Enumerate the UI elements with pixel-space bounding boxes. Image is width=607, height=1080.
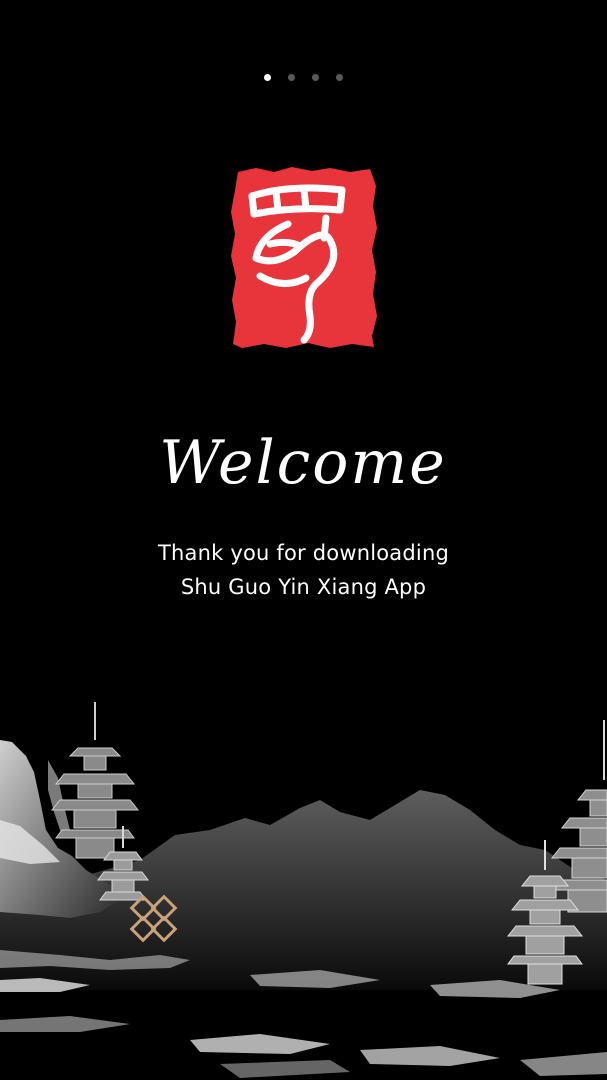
page-dot-4[interactable] xyxy=(336,74,343,81)
page-dot-2[interactable] xyxy=(288,74,295,81)
subtitle-line-2: Shu Guo Yin Xiang App xyxy=(180,575,427,599)
left-pagoda xyxy=(50,702,140,859)
red-seal-logo-icon xyxy=(231,167,377,348)
welcome-subtitle: Thank you for downloading Shu Guo Yin Xi… xyxy=(0,536,607,604)
subtitle-line-1: Thank you for downloading xyxy=(158,541,449,565)
page-dot-1[interactable] xyxy=(264,74,271,81)
welcome-title-text: Welcome xyxy=(159,428,447,498)
page-indicator xyxy=(0,74,607,81)
welcome-title: Welcome xyxy=(159,428,447,498)
page-dot-3[interactable] xyxy=(312,74,319,81)
welcome-screen: Welcome Thank you for downloading Shu Gu… xyxy=(0,0,607,1080)
ink-landscape-pagoda-icon xyxy=(0,702,607,1078)
